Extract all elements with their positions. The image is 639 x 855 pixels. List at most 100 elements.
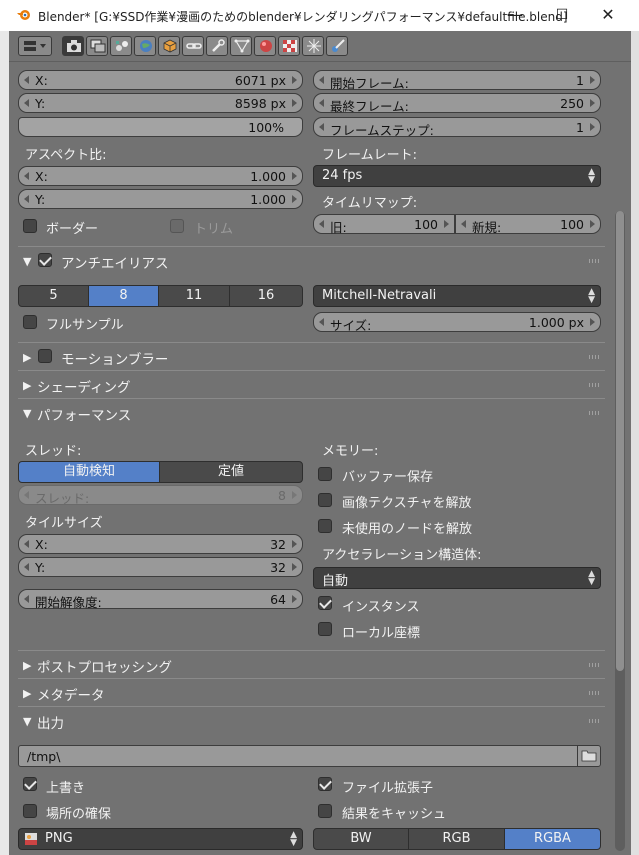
left-window-edge — [0, 31, 9, 855]
decrement-arrow-icon — [319, 99, 324, 107]
resolution-x-field[interactable]: X: 6071 px — [18, 70, 303, 90]
resolution-y-field[interactable]: Y: 8598 px — [18, 93, 303, 113]
save-buffers-checkbox[interactable] — [318, 467, 332, 481]
color-mode-rgb[interactable]: RGB — [408, 828, 505, 850]
tab-object[interactable] — [158, 36, 180, 56]
tile-x-field[interactable]: X: 32 — [18, 534, 303, 554]
threads-fixed-button[interactable]: 定値 — [159, 461, 303, 483]
color-mode-rgba[interactable]: RGBA — [504, 828, 601, 850]
frame-start-field[interactable]: 開始フレーム: 1 — [313, 70, 601, 91]
file-format-dropdown[interactable]: PNG ▲ ▼ — [18, 828, 303, 850]
close-button[interactable]: ✕ — [588, 4, 628, 26]
motion-blur-panel-header[interactable]: ▶ モーションブラー — [18, 342, 605, 370]
scrollbar-thumb[interactable] — [616, 211, 624, 671]
frame-rate-dropdown[interactable]: 24 fps ▲ ▼ — [313, 165, 601, 187]
post-processing-panel-header[interactable]: ▶ ポストプロセッシング — [18, 650, 605, 678]
tab-modifiers[interactable] — [206, 36, 228, 56]
increment-arrow-icon — [292, 172, 297, 180]
free-textures-checkbox[interactable] — [318, 493, 332, 507]
threads-label: スレッド: — [25, 444, 82, 459]
decrement-arrow-icon — [24, 172, 29, 180]
drag-grip-icon[interactable] — [589, 259, 601, 263]
aa-filter-size-field[interactable]: サイズ: 1.000 px — [313, 312, 601, 333]
output-panel-header[interactable]: ▼ 出力 — [18, 706, 605, 734]
editor-type-button[interactable] — [18, 36, 52, 56]
tab-scene[interactable] — [110, 36, 132, 56]
tab-world[interactable] — [134, 36, 156, 56]
free-unused-nodes-label: 未使用のノードを解放 — [342, 522, 473, 537]
resolution-percentage-slider[interactable]: 100% — [18, 117, 303, 137]
placeholders-checkbox[interactable] — [23, 804, 37, 818]
drag-grip-icon[interactable] — [589, 383, 601, 387]
maximize-button[interactable]: ☐ — [542, 4, 582, 26]
antialiasing-panel-header[interactable]: ▼ アンチエイリアス — [18, 246, 605, 274]
tile-y-field[interactable]: Y: 32 — [18, 557, 303, 577]
decrement-arrow-icon — [24, 195, 29, 203]
tab-render[interactable] — [62, 36, 84, 56]
tab-texture[interactable] — [278, 36, 300, 56]
aa-samples-8[interactable]: 8 — [88, 285, 159, 307]
shading-panel-header[interactable]: ▶ シェーディング — [18, 370, 605, 398]
file-extensions-checkbox[interactable] — [318, 777, 332, 791]
free-unused-nodes-checkbox[interactable] — [318, 519, 332, 533]
local-coords-checkbox[interactable] — [318, 622, 332, 636]
aspect-x-field[interactable]: X: 1.000 — [18, 166, 303, 186]
output-path-field[interactable]: /tmp\ — [18, 745, 583, 767]
tab-constraints[interactable] — [182, 36, 204, 56]
drag-grip-icon[interactable] — [589, 663, 601, 667]
color-mode-bw[interactable]: BW — [313, 828, 409, 850]
particles-icon — [307, 39, 321, 53]
aspect-y-field[interactable]: Y: 1.000 — [18, 189, 303, 209]
updown-arrows-icon: ▲ ▼ — [588, 287, 595, 305]
time-remap-new-field[interactable]: 新規: 100 — [455, 214, 601, 235]
cache-result-checkbox[interactable] — [318, 804, 332, 818]
scene-icon — [116, 41, 128, 51]
decrement-arrow-icon — [319, 123, 324, 131]
tab-material[interactable] — [254, 36, 276, 56]
expanded-triangle-icon: ▼ — [23, 407, 32, 420]
metadata-panel-header[interactable]: ▶ メタデータ — [18, 678, 605, 706]
drag-grip-icon[interactable] — [589, 691, 601, 695]
image-file-icon — [25, 833, 37, 845]
full-sample-checkbox[interactable] — [23, 315, 37, 329]
overwrite-checkbox[interactable] — [23, 777, 37, 791]
properties-header — [9, 31, 631, 62]
physics-icon — [332, 39, 345, 52]
drag-grip-icon[interactable] — [589, 719, 601, 723]
local-coords-label: ローカル座標 — [342, 626, 421, 641]
increment-arrow-icon — [292, 99, 297, 107]
minimize-button[interactable]: — — [495, 4, 535, 26]
time-remap-old-field[interactable]: 旧: 100 — [313, 214, 455, 235]
border-checkbox[interactable] — [23, 219, 37, 233]
mesh-data-icon — [234, 39, 250, 53]
drag-grip-icon[interactable] — [589, 355, 601, 359]
increment-arrow-icon — [590, 318, 595, 326]
crop-checkbox[interactable] — [170, 219, 184, 233]
blender-logo-icon — [17, 10, 30, 20]
tab-particles[interactable] — [302, 36, 324, 56]
aa-samples-5[interactable]: 5 — [18, 285, 89, 307]
aa-filter-dropdown[interactable]: Mitchell-Netravali ▲ ▼ — [313, 285, 601, 307]
vertical-scrollbar[interactable] — [615, 211, 625, 851]
aa-samples-11[interactable]: 11 — [158, 285, 230, 307]
browse-folder-button[interactable] — [577, 745, 601, 767]
threads-auto-detect-button[interactable]: 自動検知 — [18, 461, 160, 483]
increment-arrow-icon — [590, 123, 595, 131]
wrench-icon — [212, 39, 225, 52]
start-resolution-field[interactable]: 開始解像度: 64 — [18, 589, 303, 610]
tab-render-layers[interactable] — [86, 36, 108, 56]
frame-step-field[interactable]: フレームステップ: 1 — [313, 117, 601, 138]
frame-end-field[interactable]: 最終フレーム: 250 — [313, 93, 601, 114]
drag-grip-icon[interactable] — [589, 411, 601, 415]
tab-physics[interactable] — [326, 36, 348, 56]
performance-panel-header[interactable]: ▼ パフォーマンス — [18, 398, 605, 426]
aa-samples-16[interactable]: 16 — [229, 285, 303, 307]
updown-arrows-icon: ▲ ▼ — [290, 830, 297, 848]
motion-blur-checkbox[interactable] — [38, 349, 52, 363]
instances-checkbox[interactable] — [318, 596, 332, 610]
acceleration-structure-dropdown[interactable]: 自動 ▲ ▼ — [313, 567, 601, 589]
antialiasing-checkbox[interactable] — [38, 253, 52, 267]
collapsed-triangle-icon: ▶ — [23, 659, 32, 672]
tab-object-data[interactable] — [230, 36, 252, 56]
window-titlebar: Blender* [G:¥SSD作業¥漫画のためのblender¥レンダリングパ… — [0, 0, 639, 31]
